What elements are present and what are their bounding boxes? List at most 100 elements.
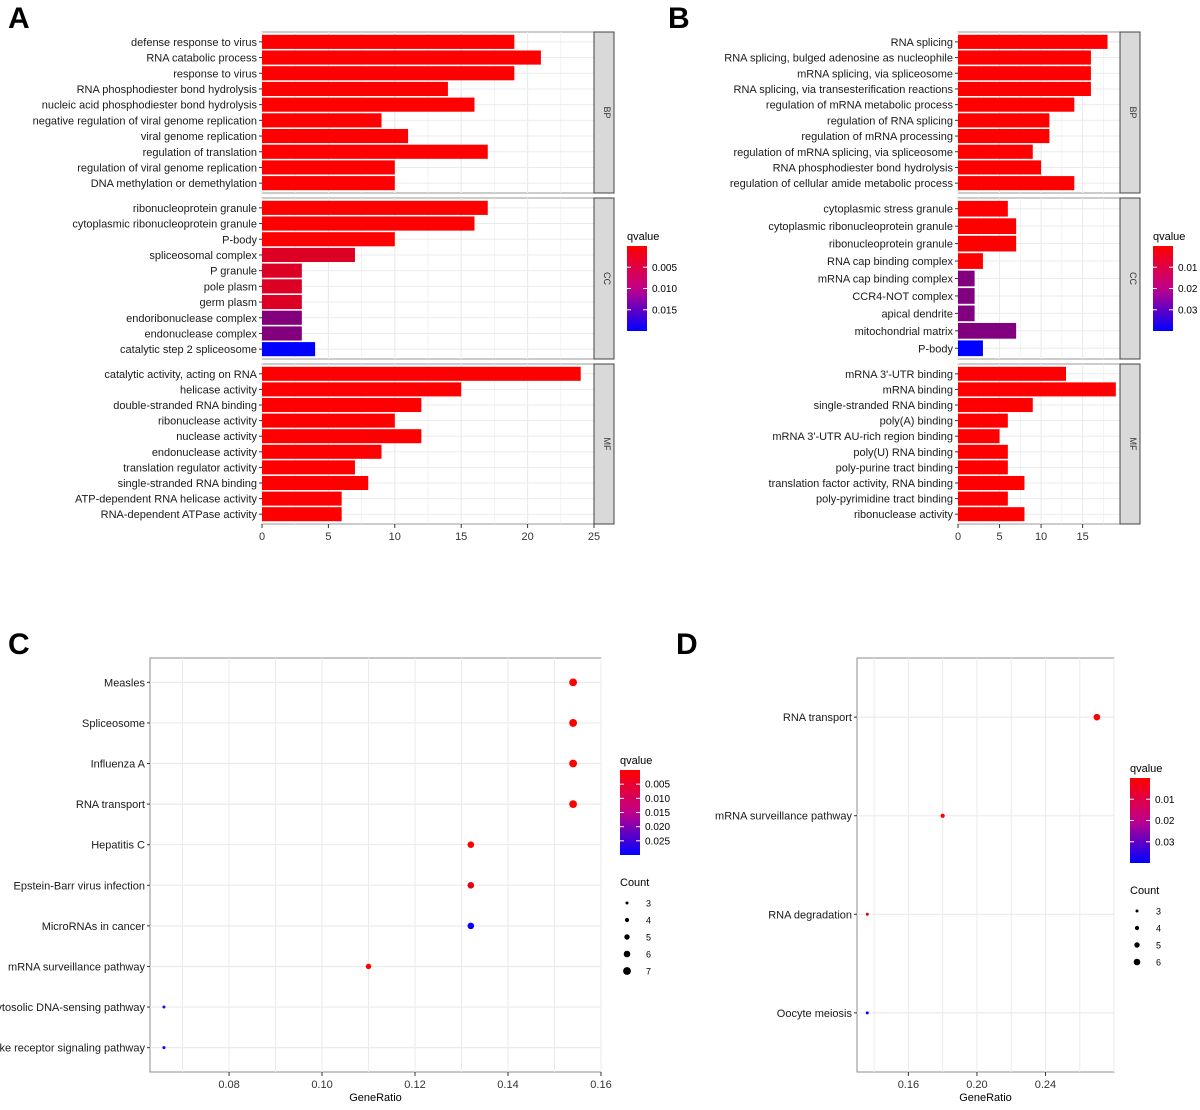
y-tick-label: RNA splicing [891,37,953,49]
y-tick-label: mRNA binding [883,384,953,396]
dot-oocyte-meiosis [865,1011,869,1015]
x-axis-title: GeneRatio [959,1092,1012,1104]
bar-negative-regulation-of-viral-genome-replication [262,113,382,128]
y-tick-label: poly-purine tract binding [836,462,953,474]
y-tick-label: Hepatitis C [91,840,145,852]
y-tick-label: RNA transport [76,799,145,811]
panel-a-qvalue-legend: qvalue 0.005 0.010 0.015 [627,231,677,331]
y-tick-label: Measles [104,677,145,689]
y-tick-label: catalytic activity, acting on RNA [104,369,257,381]
facet-strip-label: CC [1128,272,1138,285]
y-tick-label: RNA cap binding complex [827,256,953,268]
bar-mrna-cap-binding-complex [958,270,975,287]
y-tick-label: double-stranded RNA binding [113,400,257,412]
x-tick-label: 0.14 [497,1079,518,1091]
facet-strip-label: BP [1128,106,1138,118]
y-tick-label: Influenza A [91,759,146,771]
x-tick-label: 5 [325,531,331,543]
count-legend-dot [625,901,629,905]
bar-mrna-splicing-via-spliceosome [958,66,1091,81]
bar-regulation-of-mrna-splicing-via-spliceosome [958,144,1033,159]
dot-rna-degradation [865,912,869,916]
dot-rna-transport [569,800,578,809]
bar-rna-splicing-bulged-adenosine-as-nucleophile [958,50,1091,65]
bar-ccr4-not-complex [958,288,975,304]
y-tick-label: Spliceosome [82,718,145,730]
x-tick-label: 15 [1076,531,1088,543]
count-legend-title: Count [1130,885,1159,897]
x-tick-label: 25 [588,531,600,543]
count-legend-dot [623,967,631,975]
color-legend-title: qvalue [620,755,652,767]
bar-translation-factor-activity-rna-binding [958,475,1025,491]
bar-translation-regulator-activity [262,460,355,475]
bar-mitochondrial-matrix [958,322,1017,339]
color-legend-tick-label: 0.015 [645,808,670,819]
y-tick-label: pole plasm [204,281,257,293]
count-legend-title: Count [620,877,649,889]
y-tick-label: translation factor activity, RNA binding [769,478,953,490]
y-tick-label: endonuclease activity [152,447,258,459]
bar-defense-response-to-virus [262,34,515,49]
bar-rna-dependent-atpase-activity [262,507,342,522]
bar-endoribonuclease-complex [262,310,302,325]
figure-canvas: defense response to virus RNA catabolic p… [0,31,1198,1104]
count-legend-label: 6 [1156,958,1161,968]
count-legend-label: 5 [1156,941,1161,951]
facet-cc: cytoplasmic stress granule cytoplasmic ri… [768,197,1141,360]
y-tick-label: Epstein-Barr virus infection [14,880,145,892]
panel-b-bar-chart: RNA splicing RNA splicing, bulged adenosi… [724,31,1141,543]
color-legend-tick-label: 0.03 [1155,837,1175,848]
y-tick-label: ribonucleoprotein granule [133,203,257,215]
y-tick-label: regulation of mRNA splicing, via spliceo… [734,147,954,159]
y-tick-label: poly(U) RNA binding [853,447,953,459]
bar-poly-u-rna-binding [958,444,1008,459]
y-tick-label: nuclease activity [176,431,257,443]
y-tick-label: P-body [222,234,257,246]
bar-endonuclease-complex [262,326,302,341]
bar-ribonuclease-activity [958,507,1025,522]
y-tick-label: P-body [918,343,953,355]
dot-mrna-surveillance-pathway [940,813,945,818]
x-tick-label: 0 [259,531,265,543]
count-legend-dot [623,950,631,958]
facet-bp: RNA splicing RNA splicing, bulged adenosi… [724,31,1141,194]
y-tick-label: single-stranded RNA binding [118,478,257,490]
color-legend-tick-label: 0.025 [645,836,670,847]
y-tick-label: germ plasm [200,297,257,309]
x-tick-label: 10 [1035,531,1047,543]
bar-nuclease-activity [262,429,422,444]
bar-regulation-of-mrna-metabolic-process [958,97,1075,112]
y-tick-label: apical dendrite [881,308,953,320]
y-tick-label: Cytosolic DNA-sensing pathway [0,1002,145,1014]
facet-cc: ribonucleoprotein granule cytoplasmic rib… [72,197,615,360]
bar-rna-catabolic-process [262,50,541,65]
y-tick-label: response to virus [173,68,257,80]
y-tick-label: regulation of mRNA processing [801,131,953,143]
facet-bp: defense response to virus RNA catabolic p… [33,31,615,194]
bar-p-body [958,340,983,357]
count-legend-label: 3 [646,899,651,909]
dot-epstein-barr-virus-infection [467,881,475,889]
color-legend-tick-label: 0.03 [1178,305,1198,316]
bar-atp-dependent-rna-helicase-activity [262,491,342,506]
x-tick-label: 0.12 [404,1079,425,1091]
facet-mf: catalytic activity, acting on RNA helicas… [75,363,615,525]
y-tick-label: RNA phosphodiester bond hydrolysis [773,162,954,174]
dot-rig-i-like-receptor-signaling-pathway [162,1046,166,1050]
dot-influenza-a [569,759,578,768]
color-legend-tick-label: 0.015 [652,305,677,316]
y-tick-label: translation regulator activity [123,462,257,474]
bar-rna-splicing [958,34,1108,49]
bar-germ-plasm [262,294,302,310]
x-tick-label: 20 [521,531,533,543]
y-tick-label: RNA transport [783,712,852,724]
color-legend-tick-label: 0.02 [1155,816,1175,827]
y-tick-label: ATP-dependent RNA helicase activity [75,494,257,506]
bar-rna-phosphodiester-bond-hydrolysis [262,81,448,97]
x-tick-label: 0 [955,531,961,543]
x-tick-label: 15 [455,531,467,543]
color-legend-tick-label: 0.01 [1155,795,1175,806]
bar-pole-plasm [262,279,302,294]
x-tick-label: 0.24 [1035,1079,1056,1091]
